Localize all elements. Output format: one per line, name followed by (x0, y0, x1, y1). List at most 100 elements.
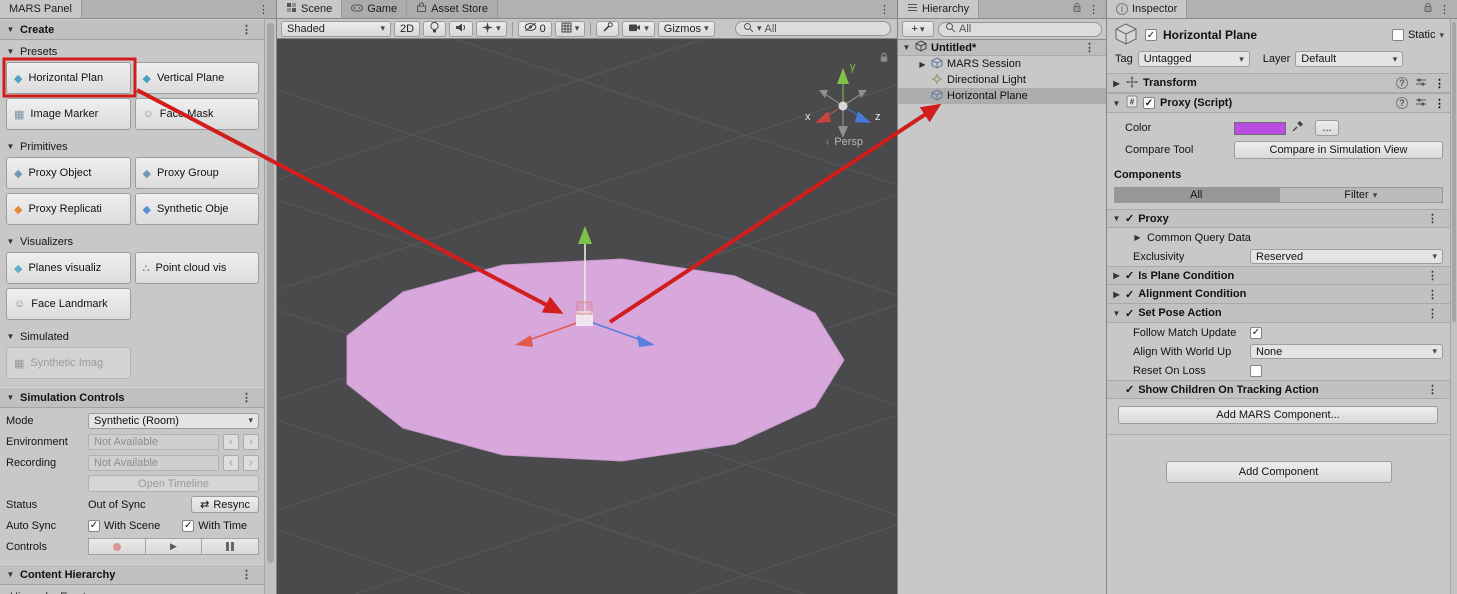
exclusivity-dropdown[interactable]: Reserved ▾ (1250, 249, 1443, 264)
eyedropper-icon[interactable] (1291, 120, 1304, 136)
hierarchy-scene-row[interactable]: ▼ Untitled* ⋮ (898, 40, 1106, 56)
help-icon[interactable]: ? (1396, 97, 1408, 109)
preset-vertical-plane-button[interactable]: ◆ Vertical Plane (135, 62, 260, 94)
scene-audio-button[interactable] (449, 21, 473, 37)
fold-closed-icon[interactable]: ▶ (918, 60, 927, 69)
tab-inspector[interactable]: i Inspector (1107, 0, 1187, 18)
presets-icon[interactable] (1415, 97, 1427, 110)
proxy-script-component-header[interactable]: ▼ # Proxy (Script) ? ⋮ (1107, 93, 1450, 113)
content-hierarchy-menu-icon[interactable]: ⋮ (234, 568, 259, 581)
scrollbar-thumb[interactable] (267, 23, 274, 563)
gizmo-lock-icon[interactable] (879, 52, 889, 66)
scene-tabbar-menu-icon[interactable]: ⋮ (872, 0, 897, 18)
inspector-scrollbar[interactable] (1450, 19, 1457, 594)
preset-image-marker-button[interactable]: ▦ Image Marker (6, 98, 131, 130)
scene-row-menu-icon[interactable]: ⋮ (1077, 41, 1102, 54)
transform-component-header[interactable]: ▶ Transform ? ⋮ (1107, 73, 1450, 93)
section-menu-icon[interactable]: ⋮ (1420, 212, 1445, 225)
simulated-synthetic-image-button[interactable]: ▦ Synthetic Imag (6, 347, 131, 379)
section-menu-icon[interactable]: ⋮ (1420, 288, 1445, 301)
group-simulated-foldout[interactable]: ▼ Simulated (6, 328, 259, 345)
fold-closed-icon[interactable]: ▶ (1112, 79, 1121, 88)
scene-search-input[interactable]: ▾ All (735, 21, 891, 36)
gameobject-icon[interactable] (1113, 22, 1139, 49)
visualizer-face-landmark-button[interactable]: ☺ Face Landmark (6, 288, 131, 320)
scene-effects-dropdown[interactable]: ▾ (476, 21, 507, 37)
2d-toggle-button[interactable]: 2D (394, 21, 420, 37)
fold-open-icon[interactable]: ▼ (1112, 214, 1121, 223)
primitive-synthetic-object-button[interactable]: ◆ Synthetic Obje (135, 193, 260, 225)
environment-next-button[interactable]: › (243, 434, 259, 450)
tab-mars-panel[interactable]: MARS Panel (0, 0, 82, 18)
open-timeline-button[interactable]: Open Timeline (88, 475, 259, 492)
mode-dropdown[interactable]: Synthetic (Room) ▾ (88, 413, 259, 429)
record-button[interactable] (88, 538, 146, 555)
resync-button[interactable]: ⇄ Resync (191, 496, 259, 513)
mars-panel-scrollbar[interactable] (264, 19, 276, 594)
group-visualizers-foldout[interactable]: ▼ Visualizers (6, 233, 259, 250)
with-scene-checkbox[interactable] (88, 520, 100, 532)
perspective-toggle[interactable]: ‹ Persp (826, 136, 863, 148)
environment-prev-button[interactable]: ‹ (223, 434, 239, 450)
simulation-controls-header[interactable]: ▼ Simulation Controls ⋮ (0, 387, 265, 408)
fold-closed-icon[interactable]: ▶ (1112, 271, 1121, 280)
create-menu-icon[interactable]: ⋮ (234, 23, 259, 36)
component-menu-icon[interactable]: ⋮ (1434, 97, 1445, 110)
show-children-header[interactable]: ✓ Show Children On Tracking Action ⋮ (1107, 380, 1450, 399)
add-component-button[interactable]: Add Component (1166, 461, 1392, 483)
scene-viewport[interactable]: y x z ‹ Persp (277, 40, 897, 594)
compare-simulation-button[interactable]: Compare in Simulation View (1234, 141, 1443, 159)
common-query-data-foldout[interactable]: ▶ Common Query Data (1107, 228, 1450, 247)
group-presets-foldout[interactable]: ▼ Presets (6, 43, 259, 60)
scrollbar-thumb[interactable] (1452, 22, 1456, 322)
primitive-proxy-replicator-button[interactable]: ◆ Proxy Replicati (6, 193, 131, 225)
hierarchy-item-horizontal-plane[interactable]: Horizontal Plane (898, 88, 1106, 104)
alignment-condition-header[interactable]: ▶ ✓ Alignment Condition ⋮ (1107, 285, 1450, 304)
tab-scene[interactable]: Scene (277, 0, 342, 18)
proxy-script-checkbox[interactable] (1143, 97, 1155, 109)
set-pose-action-header[interactable]: ▼ ✓ Set Pose Action ⋮ (1107, 304, 1450, 323)
tab-asset-store[interactable]: Asset Store (407, 0, 498, 18)
group-primitives-foldout[interactable]: ▼ Primitives (6, 138, 259, 155)
hierarchy-item-directional-light[interactable]: Directional Light (898, 72, 1106, 88)
primitive-proxy-group-button[interactable]: ◆ Proxy Group (135, 157, 260, 189)
active-checkbox[interactable] (1145, 29, 1157, 41)
visualizer-point-cloud-button[interactable]: ∴ Point cloud vis (135, 252, 260, 284)
component-tools-button[interactable] (596, 21, 619, 37)
scene-lighting-button[interactable] (423, 21, 446, 37)
hidden-objects-button[interactable]: 0 (518, 21, 552, 37)
shading-mode-dropdown[interactable]: Shaded ▾ (281, 21, 391, 37)
tab-game[interactable]: Game (342, 0, 407, 18)
visualizer-planes-button[interactable]: ◆ Planes visualiz (6, 252, 131, 284)
recording-prev-button[interactable]: ‹ (223, 455, 239, 471)
primitive-proxy-object-button[interactable]: ◆ Proxy Object (6, 157, 131, 189)
tab-hierarchy[interactable]: Hierarchy (898, 0, 979, 18)
proxy-section-header[interactable]: ▼ ✓ Proxy ⋮ (1107, 209, 1450, 228)
add-mars-component-button[interactable]: Add MARS Component... (1118, 406, 1438, 424)
components-tab-filter[interactable]: Filter ▾ (1279, 187, 1444, 203)
inspector-menu-icon[interactable]: ⋮ (1439, 3, 1450, 16)
simulation-controls-menu-icon[interactable]: ⋮ (234, 391, 259, 404)
component-menu-icon[interactable]: ⋮ (1434, 77, 1445, 90)
color-swatch[interactable] (1234, 122, 1286, 135)
create-object-dropdown[interactable]: + ▾ (902, 21, 934, 37)
fold-open-icon[interactable]: ▼ (1112, 309, 1121, 318)
tag-dropdown[interactable]: Untagged ▾ (1138, 51, 1250, 67)
layer-dropdown[interactable]: Default ▾ (1295, 51, 1403, 67)
is-plane-condition-header[interactable]: ▶ ✓ Is Plane Condition ⋮ (1107, 266, 1450, 285)
help-icon[interactable]: ? (1396, 77, 1408, 89)
gizmos-dropdown[interactable]: Gizmos ▾ (658, 21, 715, 37)
with-time-checkbox[interactable] (182, 520, 194, 532)
section-menu-icon[interactable]: ⋮ (1420, 269, 1445, 282)
preset-horizontal-plane-button[interactable]: ◆ Horizontal Plan (6, 62, 131, 94)
preset-face-mask-button[interactable]: ☺ Face Mask (135, 98, 260, 130)
fold-open-icon[interactable]: ▼ (1112, 99, 1121, 108)
components-tab-all[interactable]: All (1114, 187, 1279, 203)
scene-camera-dropdown[interactable]: ▾ (622, 21, 655, 37)
pause-button[interactable] (202, 538, 259, 555)
content-hierarchy-header[interactable]: ▼ Content Hierarchy ⋮ (0, 564, 265, 585)
gameobject-name[interactable]: Horizontal Plane (1163, 28, 1257, 42)
hierarchy-menu-icon[interactable]: ⋮ (1088, 3, 1099, 16)
lock-icon[interactable] (1423, 2, 1433, 16)
static-checkbox[interactable] (1392, 29, 1404, 41)
